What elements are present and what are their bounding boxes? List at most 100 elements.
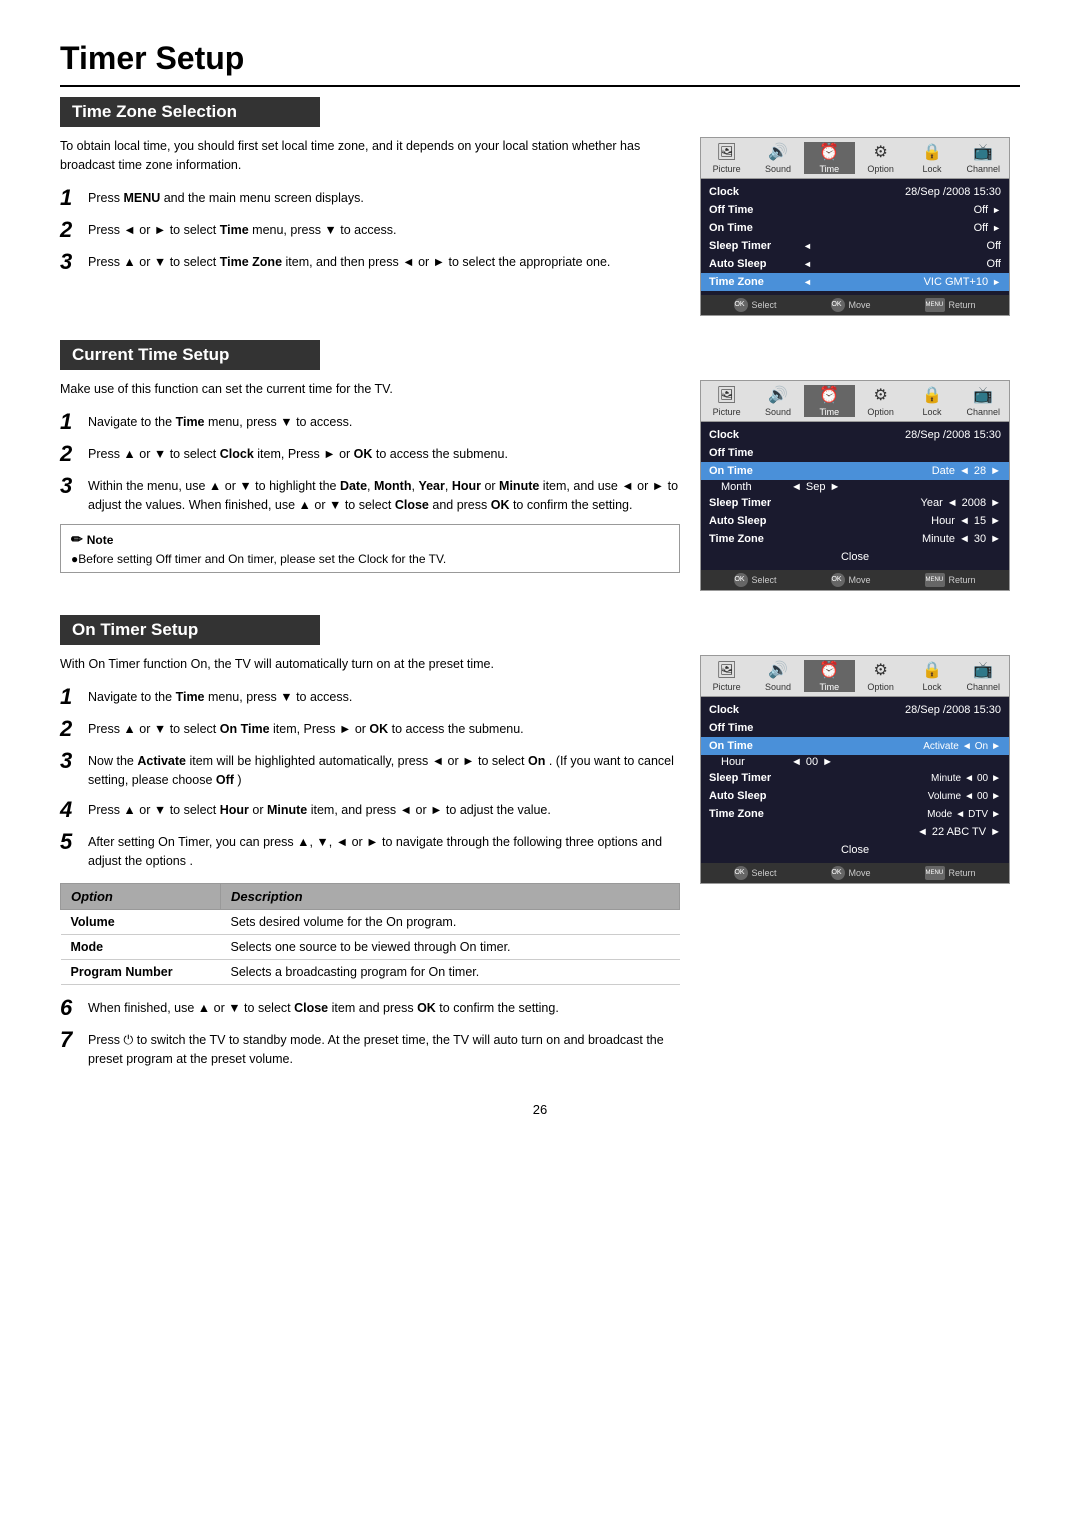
time-icon: ⏰ bbox=[804, 660, 855, 680]
row-label: Sleep Timer bbox=[709, 772, 799, 784]
icon-picture: 🖼 Picture bbox=[701, 660, 752, 692]
ok-btn-icon: OK bbox=[734, 573, 748, 587]
menu-row-ontime: On Time Off ► bbox=[701, 219, 1009, 237]
row-label: Time Zone bbox=[709, 276, 799, 288]
step-text: When finished, use ▲ or ▼ to select Clos… bbox=[88, 997, 680, 1019]
icon-option: ⚙ Option bbox=[855, 385, 906, 417]
right-arrow-icon: ► bbox=[991, 773, 1001, 784]
sub-arrows: ◄ Sep ► bbox=[791, 481, 840, 493]
left-arrow-icon: ◄ bbox=[803, 259, 812, 269]
menu-footer-1: OK Select OK Move MENU Return bbox=[701, 295, 1009, 315]
icon-label: Channel bbox=[967, 407, 1001, 417]
footer-move: Move bbox=[848, 300, 870, 310]
row-value: Off bbox=[799, 204, 988, 216]
icon-time: ⏰ Time bbox=[804, 385, 855, 417]
ok-btn-icon: OK bbox=[734, 298, 748, 312]
step-3-2: 2 Press ▲ or ▼ to select On Time item, P… bbox=[60, 718, 680, 740]
sound-icon: 🔊 bbox=[752, 385, 803, 405]
current-time-left: Make use of this function can set the cu… bbox=[60, 380, 680, 591]
option-cell: Volume bbox=[61, 909, 221, 934]
description-col-header: Description bbox=[221, 883, 680, 909]
step-3-4: 4 Press ▲ or ▼ to select Hour or Minute … bbox=[60, 799, 680, 821]
step-num: 3 bbox=[60, 475, 78, 515]
row-label: Sleep Timer bbox=[709, 240, 799, 252]
menu-row-autosleep: Auto Sleep ◄ Off bbox=[701, 255, 1009, 273]
lock-icon: 🔒 bbox=[906, 385, 957, 405]
row-value: 28/Sep /2008 15:30 bbox=[799, 186, 1001, 198]
tv-menu-1: 🖼 Picture 🔊 Sound ⏰ Time ⚙ Option bbox=[700, 137, 1010, 316]
icon-label: Lock bbox=[922, 164, 941, 174]
step-2-2: 2 Press ▲ or ▼ to select Clock item, Pre… bbox=[60, 443, 680, 465]
icon-label: Time bbox=[819, 164, 839, 174]
icon-lock: 🔒 Lock bbox=[906, 660, 957, 692]
channel-icon: 📺 bbox=[958, 660, 1009, 680]
menu-icons: 🖼 Picture 🔊 Sound ⏰ Time ⚙ Option bbox=[701, 381, 1009, 422]
menu-footer-2: OK Select OK Move MENU Return bbox=[701, 570, 1009, 590]
sub-label: Month bbox=[721, 481, 791, 493]
current-time-steps: 1 Navigate to the Time menu, press ▼ to … bbox=[60, 411, 680, 515]
right-arrow-icon: ► bbox=[991, 741, 1001, 752]
icon-label: Channel bbox=[967, 164, 1001, 174]
icon-label: Channel bbox=[967, 682, 1001, 692]
row-label: Clock bbox=[709, 186, 799, 198]
option-cell: Mode bbox=[61, 934, 221, 959]
right-arrow-icon: ► bbox=[991, 809, 1001, 820]
page-number: 26 bbox=[60, 1102, 1020, 1117]
step-3-6: 6 When finished, use ▲ or ▼ to select Cl… bbox=[60, 997, 680, 1019]
step-text: Navigate to the Time menu, press ▼ to ac… bbox=[88, 411, 680, 433]
menu-footer-3: OK Select OK Move MENU Return bbox=[701, 863, 1009, 883]
sub-label: Volume bbox=[928, 791, 961, 802]
menu-row-sleeptimer: Sleep Timer ◄ Off bbox=[701, 237, 1009, 255]
step-2-3: 3 Within the menu, use ▲ or ▼ to highlig… bbox=[60, 475, 680, 515]
left-arrow-icon: ◄ bbox=[959, 465, 970, 477]
footer-return: Return bbox=[948, 575, 975, 585]
step-num: 2 bbox=[60, 718, 78, 740]
step-3-5: 5 After setting On Timer, you can press … bbox=[60, 831, 680, 871]
row-label: Auto Sleep bbox=[709, 515, 799, 527]
option-cell: Program Number bbox=[61, 959, 221, 984]
step-3-1: 1 Navigate to the Time menu, press ▼ to … bbox=[60, 686, 680, 708]
current-time-intro: Make use of this function can set the cu… bbox=[60, 380, 680, 399]
note-icon: ✏ bbox=[71, 531, 83, 548]
icon-channel: 📺 Channel bbox=[958, 660, 1009, 692]
time-zone-section: Time Zone Selection To obtain local time… bbox=[60, 97, 1020, 316]
row-value: Off bbox=[816, 258, 1001, 270]
menu-row-timezone: Time Zone Mode ◄ DTV ► bbox=[701, 805, 1009, 823]
picture-icon: 🖼 bbox=[701, 385, 752, 405]
sub-label: Date bbox=[932, 465, 955, 477]
icon-label: Option bbox=[867, 682, 894, 692]
option-col-header: Option bbox=[61, 883, 221, 909]
sound-icon: 🔊 bbox=[752, 142, 803, 162]
channel-icon: 📺 bbox=[958, 385, 1009, 405]
on-timer-header: On Timer Setup bbox=[60, 615, 320, 645]
menu-row-sleeptimer: Sleep Timer Minute ◄ 00 ► bbox=[701, 769, 1009, 787]
menu-body-2: Clock 28/Sep /2008 15:30 Off Time On Tim… bbox=[701, 422, 1009, 570]
icon-picture: 🖼 Picture bbox=[701, 385, 752, 417]
lock-icon: 🔒 bbox=[906, 660, 957, 680]
note-title: ✏ Note bbox=[71, 531, 669, 548]
icon-channel: 📺 Channel bbox=[958, 385, 1009, 417]
on-timer-steps: 1 Navigate to the Time menu, press ▼ to … bbox=[60, 686, 680, 871]
row-label: Time Zone bbox=[709, 533, 799, 545]
sub-label: Mode bbox=[927, 809, 952, 820]
left-arrow-icon: ◄ bbox=[791, 756, 802, 768]
footer-move: Move bbox=[848, 575, 870, 585]
step-num: 7 bbox=[60, 1029, 78, 1069]
row-label: Off Time bbox=[709, 204, 799, 216]
option-icon: ⚙ bbox=[855, 142, 906, 162]
menu-row-timezone: Time Zone ◄ VIC GMT+10 ► bbox=[701, 273, 1009, 291]
menu-row-autosleep: Auto Sleep Hour ◄ 15 ► bbox=[701, 512, 1009, 530]
activate-value: On bbox=[975, 741, 988, 752]
step-num: 1 bbox=[60, 187, 78, 209]
row-label: Clock bbox=[709, 429, 799, 441]
row-value: 28/Sep /2008 15:30 bbox=[799, 429, 1001, 441]
left-arrow-icon: ◄ bbox=[962, 741, 972, 752]
current-time-menu: 🖼 Picture 🔊 Sound ⏰ Time ⚙ Option bbox=[700, 380, 1020, 591]
sub-label: Hour bbox=[721, 756, 791, 768]
menu-row-ontime: On Time Date ◄ 28 ► bbox=[701, 462, 1009, 480]
menu-body-3: Clock 28/Sep /2008 15:30 Off Time On Tim… bbox=[701, 697, 1009, 863]
sub-value: 00 bbox=[977, 791, 988, 802]
icon-label: Option bbox=[867, 164, 894, 174]
footer-return: Return bbox=[948, 300, 975, 310]
menu-row-channel: ◄ 22 ABC TV ► bbox=[701, 823, 1009, 841]
